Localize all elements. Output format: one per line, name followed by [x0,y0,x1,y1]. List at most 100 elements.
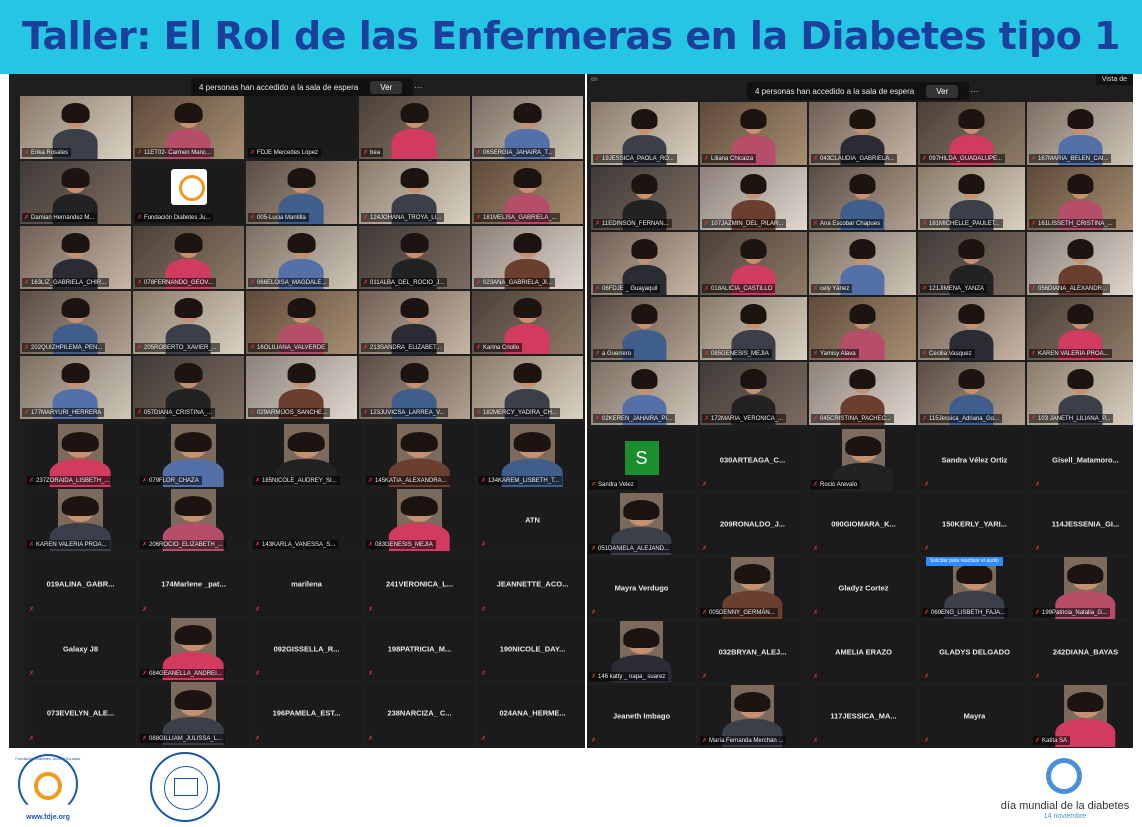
participant-tile[interactable]: 150KERLY_YARI... ✗ [920,493,1029,555]
participant-tile[interactable]: ✗ 051DANIELA_ALEJAND... [587,493,696,555]
participant-tile[interactable]: ✗ 146 katty _ napa_ suarez [587,621,696,683]
participant-tile[interactable]: ✗ 088GILLIAM_JULISSA_L... [138,682,249,745]
participant-tile[interactable]: ✗ 134KAREM_LISBETH_T... [477,424,585,487]
participant-tile[interactable]: 032BRYAN_ALEJ... ✗ [698,621,807,683]
participant-tile[interactable]: Galaxy J8 ✗ [25,617,136,680]
participant-tile[interactable]: ✗ Ana Escobar Chapues [809,167,916,230]
participant-tile[interactable]: AMELIA ERAZO ✗ [809,621,918,683]
participant-tile[interactable]: ✗ 045CRISTINA_PACHEC... [809,362,916,425]
participant-tile[interactable]: ✗ María Fernanda Merchán ... [698,685,807,747]
participant-tile[interactable]: ✗ Cecilia Vasquez [918,297,1025,360]
participant-tile[interactable]: 196PAMELA_EST... ✗ [251,682,362,745]
participant-tile[interactable]: ✗ 206ROCIO_ELIZABETH_... [138,488,249,551]
participant-tile[interactable]: ✗ KAREN VALERIA PROA... [1027,297,1133,360]
participant-tile[interactable]: 198PATRICIA_M... ✗ [364,617,475,680]
participant-tile[interactable]: ✗ 185NICOLE_AUDREY_SI... [251,424,362,487]
participant-tile[interactable]: ✗ 172MARIA_VERONICA_... [700,362,807,425]
participant-tile[interactable]: ✗ 145KATIA_ALEXANDRA... [364,424,475,487]
view-button[interactable]: Ver [370,80,403,94]
participant-tile[interactable]: ✗ bea [359,96,470,159]
participant-tile[interactable]: ✗ 084GEANELLA_ANDREI... [138,617,249,680]
participant-tile[interactable]: 024ANA_HERME... ✗ [477,682,585,745]
more-icon[interactable]: ⋯ [414,83,422,92]
participant-tile[interactable]: ✗ Rocio Arevalo [809,429,918,491]
more-icon[interactable]: ⋯ [970,87,978,96]
participant-tile[interactable]: 174Marlene _pat... ✗ [138,553,249,616]
participant-tile[interactable]: 019ALINA_GABR... ✗ [25,553,136,616]
participant-tile[interactable]: ✗ 182MERCY_YADIRA_CH... [472,356,583,419]
participant-tile[interactable]: ✗ 121JIMENA_YANZA [918,232,1025,295]
participant-tile[interactable]: Jeaneth Imbago ✗ [587,685,696,747]
participant-tile[interactable]: ✗ Katita SA [1031,685,1133,747]
participant-tile[interactable]: ✗ 011ALBA_DEL_ROCIO_J... [359,226,470,289]
participant-tile[interactable]: ✗ 177MARYURI_HERRERA [20,356,131,419]
participant-tile[interactable]: Solicitar para reactivar el audio ✗ 069ENG… [920,557,1029,619]
participant-tile[interactable]: ✗ 11EDINSON_FERNAN... [591,167,698,230]
participant-tile[interactable]: 190NICOLE_DAY... ✗ [477,617,585,680]
participant-tile[interactable]: ✗ 124JOHANA_TROYA_LI... [359,161,470,224]
participant-tile[interactable]: ✗ 123JUVICSA_LARREA_V... [359,356,470,419]
participant-tile[interactable]: 209RONALDO_J... ✗ [698,493,807,555]
participant-tile[interactable]: ✗ 19JESSICA_PAOLA_RO... [591,102,698,165]
participant-tile[interactable]: ✗ Damian Hernández M... [20,161,131,224]
participant-tile[interactable]: marilena ✗ [251,553,362,616]
participant-tile[interactable]: ✗ 237ZORAIDA_LISBETH_... [25,424,136,487]
participant-tile[interactable]: Gladyz Cortez ✗ [809,557,918,619]
participant-tile[interactable]: JEANNETTE_ACO... ✗ [477,553,585,616]
participant-tile[interactable]: ✗ FDJE Mercedes López [246,96,357,159]
participant-tile[interactable]: 073EVELYN_ALE... ✗ [25,682,136,745]
participant-tile[interactable]: 242DIANA_BAYAS ✗ [1031,621,1133,683]
participant-tile[interactable]: ✗ 066ELOISA_MAGDALE... [246,226,357,289]
participant-tile[interactable]: ✗ 083GENESIS_MEJIA [364,488,475,551]
participant-tile[interactable]: ✗ 056DIANA_ALEXANDR... [1027,232,1133,295]
participant-tile[interactable]: ✗ 143KARLA_VANESSA_S... [251,488,362,551]
participant-tile[interactable]: ✗ 161LISSETH_CRISTINA_... [1027,167,1133,230]
participant-tile[interactable]: 114JESSENIA_GI... ✗ [1031,493,1133,555]
participant-tile[interactable]: S ✗ Sandra Velez [587,429,696,491]
participant-tile[interactable]: ✗ 06SERGIA_JAHAIRA_T... [472,96,583,159]
participant-tile[interactable]: ✗ 02KEREN_JAHAIRA_PI... [591,362,698,425]
participant-tile[interactable]: ✗ 085GENESIS_MEJIA [700,297,807,360]
participant-tile[interactable]: ✗ 163LIZ_GABRIELA_CHIR... [20,226,131,289]
view-mode-button[interactable]: Vista de [1095,74,1133,85]
unmute-request-tooltip[interactable]: Solicitar para reactivar el audio [926,557,1003,566]
participant-tile[interactable]: ✗ 057DIANA_CRISTINA_... [133,356,244,419]
participant-tile[interactable]: ✗ cely Yánez [809,232,916,295]
participant-tile[interactable]: ✗ 213SANDRA_ELIZABET... [359,291,470,354]
participant-tile[interactable]: ✗ Fundación Diabetes Ju... [133,161,244,224]
participant-tile[interactable]: ✗ 079FLOR_CHAZA [138,424,249,487]
participant-tile[interactable]: ✗ 005DENNY_GERMÁN... [698,557,807,619]
participant-tile[interactable]: Mayra Verdugo ✗ [587,557,696,619]
participant-tile[interactable]: ✗ 181MICHELLE_PAULET... [918,167,1025,230]
participant-tile[interactable]: ✗ 11ET02- Carmen Manc... [133,96,244,159]
participant-tile[interactable]: Mayra ✗ [920,685,1029,747]
participant-tile[interactable]: ✗ Liliana Chicaiza [700,102,807,165]
participant-tile[interactable]: ✗ Erika Rosales [20,96,131,159]
participant-tile[interactable]: 090GIOMARA_K... ✗ [809,493,918,555]
participant-tile[interactable]: ✗ 097HILDA_GUADALUPE... [918,102,1025,165]
participant-tile[interactable]: 241VERONICA_L... ✗ [364,553,475,616]
participant-tile[interactable]: ✗ 043CLAUDIA_GABRIELA... [809,102,916,165]
participant-tile[interactable]: ✗ Karina Criollo [472,291,583,354]
participant-tile[interactable]: ✗ 005-Lucia Mantilla [246,161,357,224]
participant-tile[interactable]: ✗ 167MARIA_BELEN_CAI... [1027,102,1133,165]
participant-tile[interactable]: ✗ 029ARMIJOS_SANCHE... [246,356,357,419]
participant-tile[interactable]: ✗ 181MELISA_GABRIELA_... [472,161,583,224]
participant-tile[interactable]: ✗ 202QUIZHPILEMA_PEN... [20,291,131,354]
participant-tile[interactable]: 092GISSELLA_R... ✗ [251,617,362,680]
participant-tile[interactable]: ✗ 199Patricia_Natalia_G... [1031,557,1133,619]
participant-tile[interactable]: ✗ 205ROBERTO_XAVIER_... [133,291,244,354]
participant-tile[interactable]: ✗ 018ALICIA_CASTILLO [700,232,807,295]
participant-tile[interactable]: GLADYS DELGADO ✗ [920,621,1029,683]
participant-tile[interactable]: ✗ Yamisy Alava [809,297,916,360]
participant-tile[interactable]: ✗ 023ANA_GABRIELA_JI... [472,226,583,289]
participant-tile[interactable]: ✗ 107JAZMIN_DEL_PILAR... [700,167,807,230]
participant-tile[interactable]: ✗ KAREN VALERIA PROA... [25,488,136,551]
participant-tile[interactable]: ✗ 115Jessica_Adriana_Go... [918,362,1025,425]
participant-tile[interactable]: ✗ a Guerrero [591,297,698,360]
participant-tile[interactable]: ✗ 06FDJE _ Guayaquil [591,232,698,295]
participant-tile[interactable]: 238NARCIZA_ C... ✗ [364,682,475,745]
participant-tile[interactable]: ✗ 103 JANETH_LILIANA_P... [1027,362,1133,425]
participant-tile[interactable]: Sandra Vélez Ortiz ✗ [920,429,1029,491]
participant-tile[interactable]: 030ARTEAGA_C... ✗ [698,429,807,491]
